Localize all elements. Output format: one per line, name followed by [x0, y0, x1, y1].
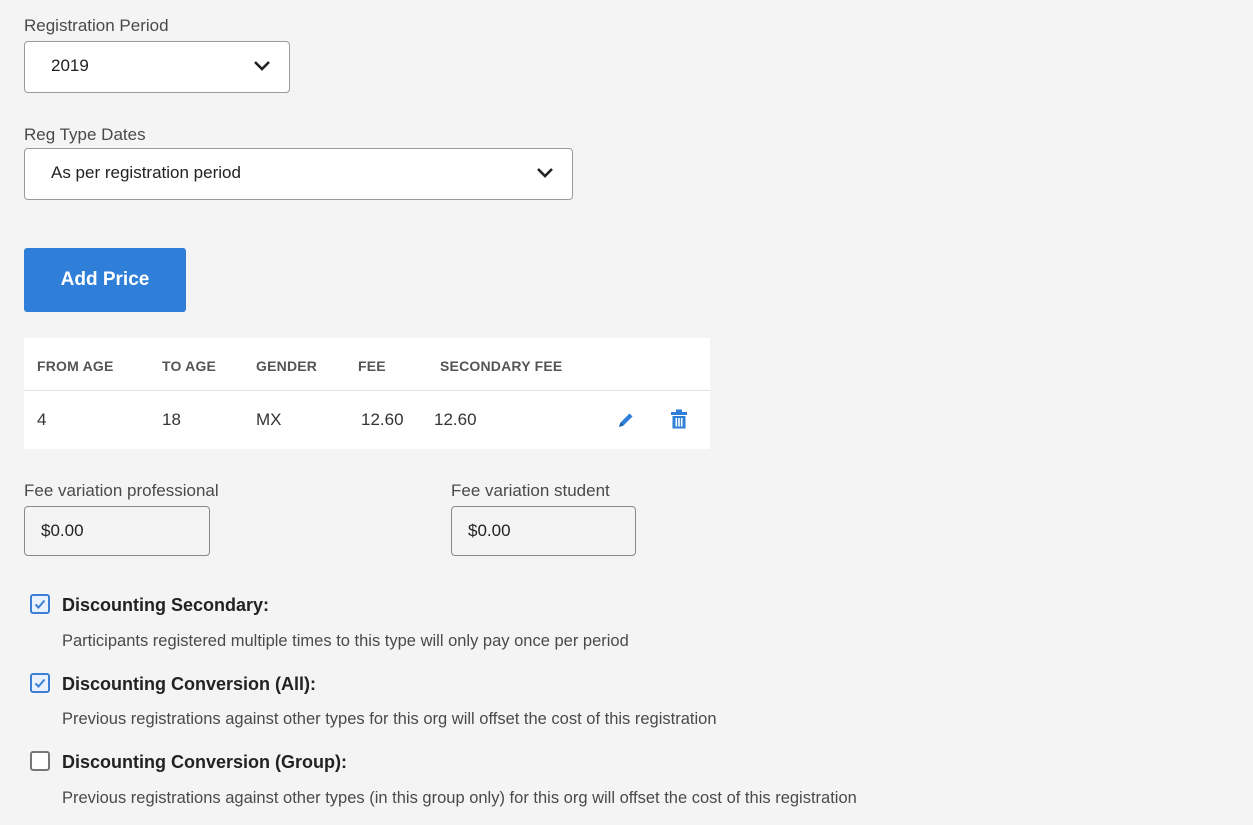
fee-variation-professional-input[interactable]: $0.00 — [24, 506, 210, 556]
trash-icon[interactable] — [670, 409, 688, 429]
column-header-from-age: FROM AGE — [37, 358, 114, 374]
column-header-secondary-fee: SECONDARY FEE — [440, 358, 563, 374]
discounting-secondary-description: Participants registered multiple times t… — [62, 632, 629, 650]
column-header-to-age: TO AGE — [162, 358, 217, 374]
column-header-gender: GENDER — [256, 358, 318, 374]
fee-variation-professional-value: $0.00 — [41, 521, 84, 540]
chevron-down-icon — [537, 168, 553, 178]
cell-gender: MX — [256, 410, 282, 429]
discounting-secondary-checkbox[interactable] — [30, 594, 50, 614]
discounting-conversion-all-checkbox[interactable] — [30, 673, 50, 693]
checkmark-icon — [34, 678, 46, 688]
discounting-conversion-group-description: Previous registrations against other typ… — [62, 789, 857, 807]
reg-type-dates-label: Reg Type Dates — [24, 125, 146, 144]
fee-variation-student-value: $0.00 — [468, 521, 511, 540]
discounting-conversion-all-title: Discounting Conversion (All): — [62, 674, 316, 694]
add-price-button[interactable]: Add Price — [24, 248, 186, 312]
checkmark-icon — [34, 599, 46, 609]
discounting-conversion-all-description: Previous registrations against other typ… — [62, 710, 717, 728]
fee-variation-professional-label: Fee variation professional — [24, 481, 219, 500]
discounting-conversion-group-checkbox[interactable] — [30, 751, 50, 771]
registration-period-select[interactable]: 2019 — [24, 41, 290, 93]
column-header-fee: FEE — [358, 358, 386, 374]
discounting-conversion-group-title: Discounting Conversion (Group): — [62, 752, 347, 772]
reg-type-dates-select[interactable]: As per registration period — [24, 148, 573, 200]
price-table: FROM AGE TO AGE GENDER FEE SECONDARY FEE… — [24, 338, 710, 449]
cell-secondary-fee: 12.60 — [434, 410, 477, 429]
registration-period-value: 2019 — [51, 56, 89, 75]
table-divider — [24, 390, 710, 391]
cell-fee: 12.60 — [361, 410, 404, 429]
pencil-icon[interactable] — [616, 410, 636, 430]
registration-period-label: Registration Period — [24, 16, 169, 35]
chevron-down-icon — [254, 61, 270, 71]
cell-to-age: 18 — [162, 410, 181, 429]
fee-variation-student-label: Fee variation student — [451, 481, 610, 500]
reg-type-dates-value: As per registration period — [51, 163, 241, 182]
cell-from-age: 4 — [37, 410, 47, 429]
discounting-secondary-title: Discounting Secondary: — [62, 595, 270, 615]
fee-variation-student-input[interactable]: $0.00 — [451, 506, 636, 556]
